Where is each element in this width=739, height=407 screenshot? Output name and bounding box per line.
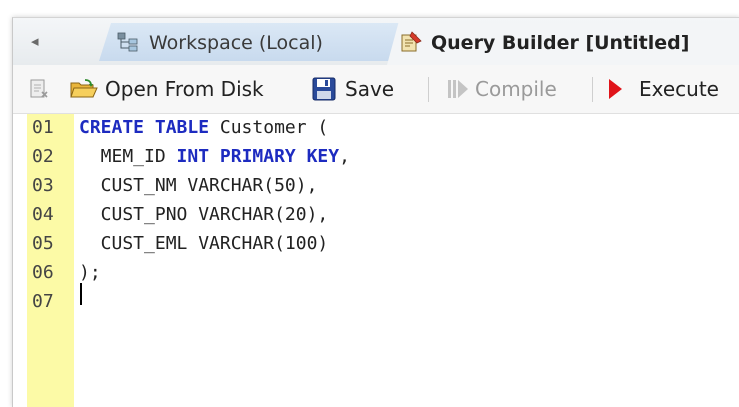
code-text: ); [74, 262, 101, 283]
compile-button[interactable]: Compile [445, 65, 557, 113]
line-number: 02 [32, 146, 54, 167]
sql-text: CUST_PNO VARCHAR(20), [79, 204, 329, 225]
compile-label: Compile [475, 77, 557, 101]
open-from-disk-button[interactable]: Open From Disk [69, 65, 264, 113]
line-number: 06 [32, 262, 54, 283]
code-text: CUST_NM VARCHAR(50), [74, 175, 318, 196]
line-number: 07 [32, 291, 54, 312]
sql-text: CUST_EML VARCHAR(100) [79, 233, 329, 254]
sql-keyword: CREATE TABLE [79, 117, 210, 138]
play-icon [609, 79, 622, 99]
code-line: 02 MEM_ID INT PRIMARY KEY, [27, 145, 350, 169]
toolbar-separator [592, 77, 593, 102]
line-number: 03 [32, 175, 54, 196]
tab-query-builder[interactable]: Query Builder [Untitled] [387, 23, 739, 65]
tab-workspace-label: Workspace (Local) [149, 32, 323, 54]
tab-bar: ◂ Workspace (Local) Query Builder [Untit… [13, 18, 739, 65]
code-text: CUST_EML VARCHAR(100) [74, 233, 329, 254]
line-number: 05 [32, 233, 54, 254]
sql-keyword: INT PRIMARY KEY [176, 146, 340, 167]
tab-query-builder-label: Query Builder [Untitled] [431, 32, 690, 54]
line-number: 01 [32, 117, 54, 138]
toolbar-separator [428, 77, 429, 102]
code-text: CREATE TABLE Customer ( [74, 117, 328, 138]
sql-text: CUST_NM VARCHAR(50), [79, 175, 318, 196]
new-query-button[interactable] [27, 65, 51, 113]
sql-text: MEM_ID [79, 146, 177, 167]
save-label: Save [345, 77, 395, 101]
sql-text: Customer ( [209, 117, 329, 138]
tab-scroll-left-button[interactable]: ◂ [31, 32, 39, 50]
code-line: 06); [27, 261, 101, 285]
code-line: 05 CUST_EML VARCHAR(100) [27, 232, 328, 256]
execute-button[interactable]: Execute [605, 65, 719, 113]
toolbar: Open From Disk Save Compile Execute [13, 65, 739, 114]
query-builder-window: ◂ Workspace (Local) Query Builder [Untit… [12, 17, 739, 407]
code-text: CUST_PNO VARCHAR(20), [74, 204, 329, 225]
query-builder-icon [401, 31, 422, 52]
sql-editor[interactable]: 01 CREATE TABLE Customer ( 02 MEM_ID INT P… [13, 114, 739, 407]
text-cursor [80, 283, 82, 305]
workspace-tree-icon [117, 32, 138, 52]
code-text: MEM_ID INT PRIMARY KEY, [74, 146, 350, 167]
sql-text: , [339, 146, 350, 167]
code-line: 04 CUST_PNO VARCHAR(20), [27, 203, 328, 227]
open-from-disk-label: Open From Disk [105, 77, 264, 101]
new-query-icon [30, 79, 48, 98]
compile-icon [448, 80, 468, 98]
line-number: 04 [32, 204, 54, 225]
code-line: 07 [27, 290, 79, 314]
execute-label: Execute [639, 77, 719, 101]
floppy-disk-icon [312, 77, 336, 101]
save-button[interactable]: Save [311, 65, 394, 113]
code-line: 01 CREATE TABLE Customer ( [27, 116, 328, 140]
code-line: 03 CUST_NM VARCHAR(50), [27, 174, 317, 198]
sql-text: ); [79, 262, 101, 283]
tab-workspace[interactable]: Workspace (Local) [99, 23, 399, 61]
folder-open-icon [70, 79, 98, 98]
